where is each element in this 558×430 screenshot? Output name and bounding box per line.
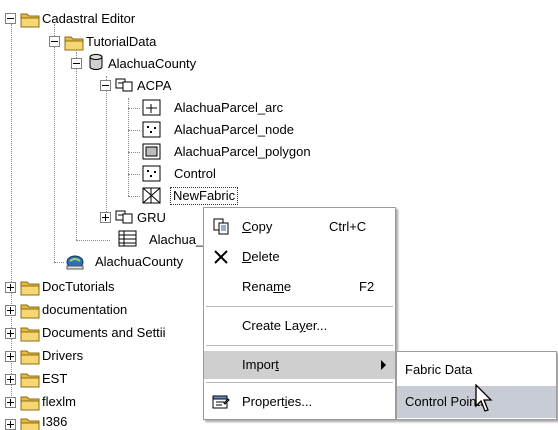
tree-item-drivers[interactable]: Drivers xyxy=(40,348,85,364)
expand-toggle[interactable] xyxy=(5,397,16,408)
tree-line xyxy=(128,108,140,109)
mouse-pointer-icon xyxy=(475,384,493,412)
tree-line xyxy=(11,24,12,404)
tree-line xyxy=(128,196,140,197)
tree-item-est[interactable]: EST xyxy=(40,371,69,387)
menu-item-rename[interactable]: Rename F2 xyxy=(204,273,395,301)
folder-icon xyxy=(20,281,40,296)
tree-item-documents-settings[interactable]: Documents and Settii xyxy=(40,325,168,341)
tree-item-newfabric[interactable]: NewFabric xyxy=(170,187,239,205)
tree-item-i386[interactable]: I386 xyxy=(40,414,69,430)
tree-line xyxy=(128,174,140,175)
expand-toggle[interactable] xyxy=(5,351,16,362)
menu-label: opy xyxy=(251,219,273,234)
menu-label: er... xyxy=(305,318,328,333)
tree-item-control[interactable]: Control xyxy=(172,166,218,182)
tree-item-parcel-arc[interactable]: AlachuaParcel_arc xyxy=(172,100,285,116)
menu-accel: m xyxy=(273,279,284,294)
collapse-toggle[interactable] xyxy=(49,36,60,47)
tree-line xyxy=(106,76,107,216)
folder-icon xyxy=(20,327,40,342)
collapse-toggle[interactable] xyxy=(100,80,111,91)
folder-icon xyxy=(64,36,84,51)
menu-separator xyxy=(206,382,393,383)
point-featureclass-icon xyxy=(142,121,161,138)
tree-item-flexlm[interactable]: flexlm xyxy=(40,394,78,410)
tree-line xyxy=(76,240,110,241)
menu-label: Propert xyxy=(242,394,285,409)
tree-item-doctutorials[interactable]: DocTutorials xyxy=(40,279,116,295)
folder-icon xyxy=(20,304,40,319)
menu-item-import[interactable]: Import xyxy=(204,351,395,379)
menu-item-properties[interactable]: Properties... xyxy=(204,388,395,416)
collapse-toggle[interactable] xyxy=(71,58,82,69)
menu-accel: D xyxy=(242,249,252,264)
context-menu: Copy Ctrl+C Delete Rename F2 Create Laye… xyxy=(203,207,396,420)
tree-item-alachuacounty-layer[interactable]: AlachuaCounty xyxy=(93,254,185,270)
menu-label: Create La xyxy=(242,318,300,333)
menu-label: elete xyxy=(251,249,280,264)
database-icon xyxy=(89,54,103,70)
menu-label: e xyxy=(283,279,292,294)
tree-line xyxy=(128,130,140,131)
menu-accel: t xyxy=(275,357,279,372)
folder-icon xyxy=(20,13,40,28)
tree-item-acpa[interactable]: ACPA xyxy=(135,78,173,94)
shortcut-label: F2 xyxy=(359,279,375,294)
tree-item-alachua-table[interactable]: Alachua_ xyxy=(147,232,205,248)
properties-icon xyxy=(212,395,230,409)
folder-icon xyxy=(20,350,40,365)
menu-item-delete[interactable]: Delete xyxy=(204,243,395,271)
layer-file-icon xyxy=(66,255,84,270)
tree-line xyxy=(54,24,55,262)
expand-toggle[interactable] xyxy=(5,328,16,339)
expand-toggle[interactable] xyxy=(5,305,16,316)
collapse-toggle[interactable] xyxy=(5,13,16,24)
tree-item-documentation[interactable]: documentation xyxy=(40,302,129,318)
expand-toggle[interactable] xyxy=(5,282,16,293)
submenu-label: Fabric Data xyxy=(405,362,473,377)
tree-line xyxy=(128,98,129,196)
menu-separator xyxy=(206,345,393,346)
tree-item-tutorialdata[interactable]: TutorialData xyxy=(84,34,158,50)
copy-icon xyxy=(213,218,229,235)
parcel-fabric-icon xyxy=(142,187,161,204)
tree-line xyxy=(76,52,77,240)
tree-item-parcel-node[interactable]: AlachuaParcel_node xyxy=(172,122,296,138)
tree-line xyxy=(54,262,64,263)
table-icon xyxy=(118,230,137,247)
folder-icon xyxy=(20,418,40,430)
shortcut-label: Ctrl+C xyxy=(329,219,367,234)
feature-dataset-icon xyxy=(115,78,133,92)
menu-label: Rena xyxy=(242,279,274,294)
line-featureclass-icon xyxy=(142,99,161,116)
submenu-item-fabric-data[interactable]: Fabric Data xyxy=(397,354,556,386)
submenu-arrow-icon xyxy=(381,360,386,370)
tree-item-parcel-polygon[interactable]: AlachuaParcel_polygon xyxy=(172,144,313,160)
point-featureclass-icon xyxy=(142,165,161,182)
tree-item-gru[interactable]: GRU xyxy=(135,210,168,226)
menu-item-copy[interactable]: Copy Ctrl+C xyxy=(204,213,395,241)
tree-line xyxy=(128,152,140,153)
menu-label: Impor xyxy=(242,357,276,372)
feature-dataset-icon xyxy=(115,210,133,224)
expand-toggle[interactable] xyxy=(5,419,16,430)
menu-separator xyxy=(206,306,393,307)
delete-x-icon xyxy=(214,250,228,264)
tree-item-alachuacounty-db[interactable]: AlachuaCounty xyxy=(106,56,198,72)
menu-label: es... xyxy=(287,394,313,409)
menu-item-create-layer[interactable]: Create Layer... xyxy=(204,312,395,340)
folder-icon xyxy=(20,373,40,388)
expand-toggle[interactable] xyxy=(100,212,111,223)
tree-item-cadastral-editor[interactable]: Cadastral Editor xyxy=(40,11,137,27)
folder-icon xyxy=(20,396,40,411)
menu-accel: C xyxy=(242,219,252,234)
expand-toggle[interactable] xyxy=(5,374,16,385)
polygon-featureclass-icon xyxy=(142,143,161,160)
